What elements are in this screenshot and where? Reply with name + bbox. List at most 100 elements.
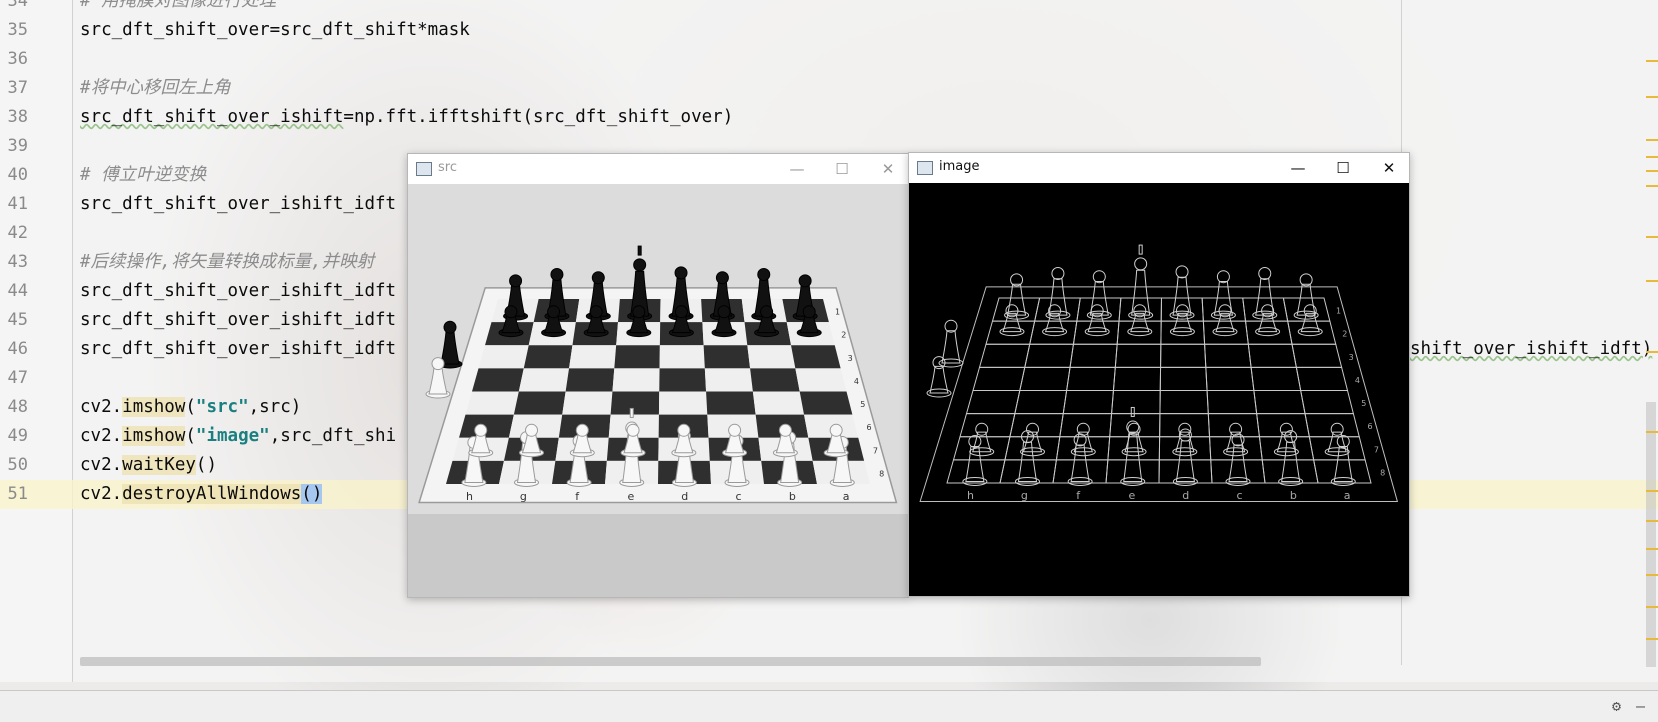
board-file-label: h — [466, 490, 473, 503]
line-number: 45 — [7, 310, 28, 330]
board-rank-label: 2 — [841, 331, 846, 340]
board-file-label: c — [1237, 489, 1243, 502]
code-text[interactable]: cv2.imshow("image",src_dft_shi — [80, 422, 396, 451]
board-rank-label: 8 — [1380, 468, 1385, 477]
error-stripe-marker[interactable] — [1646, 170, 1658, 172]
close-button[interactable]: ✕ — [875, 157, 901, 181]
code-text[interactable]: #后续操作,将矢量转换成标量,并映射 — [80, 248, 374, 277]
chess-piece — [1127, 304, 1153, 337]
image-output: h g f e d c b a 1 2 3 4 5 6 7 8 — [909, 183, 1409, 596]
board-file-label: e — [628, 490, 635, 503]
code-line[interactable]: 38 src_dft_shift_over_ishift=np.fft.iffts… — [0, 103, 1658, 132]
line-number: 48 — [7, 397, 28, 417]
error-stripe-marker[interactable] — [1646, 351, 1658, 353]
board-file-label: a — [1344, 489, 1351, 502]
error-stripe-marker[interactable] — [1646, 156, 1658, 158]
chess-piece — [969, 422, 995, 457]
line-number: 39 — [7, 136, 28, 156]
chess-piece — [1172, 428, 1198, 486]
error-stripe-marker[interactable] — [1646, 606, 1658, 608]
window-app-icon — [917, 161, 933, 175]
window-titlebar[interactable]: image — ☐ ✕ — [909, 153, 1409, 183]
line-number: 42 — [7, 223, 28, 243]
board-file-label: d — [681, 490, 688, 503]
line-number: 49 — [7, 426, 28, 446]
board-rank-label: 4 — [854, 377, 859, 386]
line-number: 47 — [7, 368, 28, 388]
board-file-label: g — [1021, 489, 1028, 502]
line-number: 38 — [7, 107, 28, 127]
error-stripe-marker[interactable] — [1646, 548, 1658, 550]
code-text[interactable]: src_dft_shift_over=src_dft_shift*mask — [80, 16, 470, 45]
board-rank-label: 3 — [848, 354, 853, 363]
chess-piece — [999, 304, 1025, 337]
chess-piece — [1212, 304, 1238, 337]
board-file-label: h — [967, 489, 974, 502]
chess-piece — [1045, 267, 1071, 320]
chess-piece — [1121, 422, 1147, 457]
line-number: 34 — [7, 0, 28, 11]
image-window[interactable]: image — ☐ ✕ h g f e d c b a 1 2 3 4 5 6 7 8 — [908, 152, 1410, 597]
chess-piece — [938, 319, 964, 368]
error-stripe-marker[interactable] — [1646, 638, 1658, 640]
minimize-button[interactable]: — — [784, 157, 810, 181]
code-text[interactable]: src_dft_shift_over_ishift_idft — [80, 306, 396, 335]
minimize-icon[interactable]: — — [1636, 697, 1645, 715]
close-button[interactable]: ✕ — [1376, 156, 1402, 180]
error-stripe-marker[interactable] — [1646, 574, 1658, 576]
board-file-label: b — [1290, 489, 1297, 502]
window-titlebar[interactable]: src — ☐ ✕ — [408, 154, 908, 184]
line-number: 41 — [7, 194, 28, 214]
chess-piece — [1273, 422, 1299, 457]
line-number: 51 — [7, 484, 28, 504]
error-stripe-marker[interactable] — [1646, 139, 1658, 141]
code-line[interactable]: 35 src_dft_shift_over=src_dft_shift*mask — [0, 16, 1658, 45]
board-rank-label: 4 — [1355, 376, 1360, 385]
error-stripe-marker[interactable] — [1646, 185, 1658, 187]
error-stripe-marker[interactable] — [1646, 96, 1658, 98]
window-title: src — [438, 160, 457, 175]
error-stripe-marker[interactable] — [1646, 236, 1658, 238]
code-line[interactable]: 34 # 用掩膜对图像进行处理 — [0, 0, 1658, 16]
code-text[interactable]: src_dft_shift_over_ishift=np.fft.ifftshi… — [80, 103, 733, 132]
board-rank-label: 1 — [1336, 307, 1341, 316]
board-rank-label: 1 — [835, 308, 840, 317]
maximize-button[interactable]: ☐ — [1330, 156, 1356, 180]
code-text-overflow: shift_over_ishift_idft) — [1410, 339, 1653, 359]
code-text[interactable]: #将中心移回左上角 — [80, 74, 231, 103]
window-app-icon — [416, 162, 432, 176]
chess-piece — [1172, 422, 1198, 457]
error-stripe-marker[interactable] — [1646, 60, 1658, 62]
error-stripe-marker[interactable] — [1646, 520, 1658, 522]
minimize-button[interactable]: — — [1285, 156, 1311, 180]
src-image: hgfedcba12345678 — [408, 184, 908, 597]
maximize-button[interactable]: ☐ — [829, 157, 855, 181]
error-stripe-marker[interactable] — [1646, 280, 1658, 282]
board-rank-label: 5 — [860, 400, 865, 409]
error-stripe-marker[interactable] — [1646, 490, 1658, 492]
line-number: 35 — [7, 20, 28, 40]
code-text[interactable]: src_dft_shift_over_ishift_idft — [80, 190, 396, 219]
src-window[interactable]: src — ☐ ✕ hgfedcba12345678 — [407, 153, 909, 598]
board-rank-label: 6 — [867, 423, 872, 432]
horizontal-scrollbar[interactable] — [80, 657, 1261, 666]
board-file-label: c — [736, 490, 742, 503]
code-line[interactable]: 36 — [0, 45, 1658, 74]
line-number: 44 — [7, 281, 28, 301]
line-number: 37 — [7, 78, 28, 98]
code-text[interactable]: src_dft_shift_over_ishift_idft — [80, 335, 396, 364]
line-number: 40 — [7, 165, 28, 185]
code-line[interactable]: 37 #将中心移回左上角 — [0, 74, 1658, 103]
chess-piece — [1004, 273, 1030, 320]
code-text[interactable]: cv2.waitKey() — [80, 451, 217, 480]
code-text[interactable]: cv2.destroyAllWindows() — [80, 480, 323, 509]
code-text[interactable]: src_dft_shift_over_ishift_idft — [80, 277, 396, 306]
gear-icon[interactable]: ⚙ — [1612, 697, 1621, 715]
chess-piece — [1169, 265, 1195, 320]
code-text[interactable]: # 傅立叶逆变换 — [80, 161, 206, 190]
vertical-scrollbar[interactable] — [1646, 402, 1656, 667]
board-rank-label: 5 — [1361, 399, 1366, 408]
error-stripe-marker[interactable] — [1646, 431, 1658, 433]
code-text[interactable]: # 用掩膜对图像进行处理 — [80, 0, 276, 16]
code-text[interactable]: cv2.imshow("src",src) — [80, 393, 301, 422]
